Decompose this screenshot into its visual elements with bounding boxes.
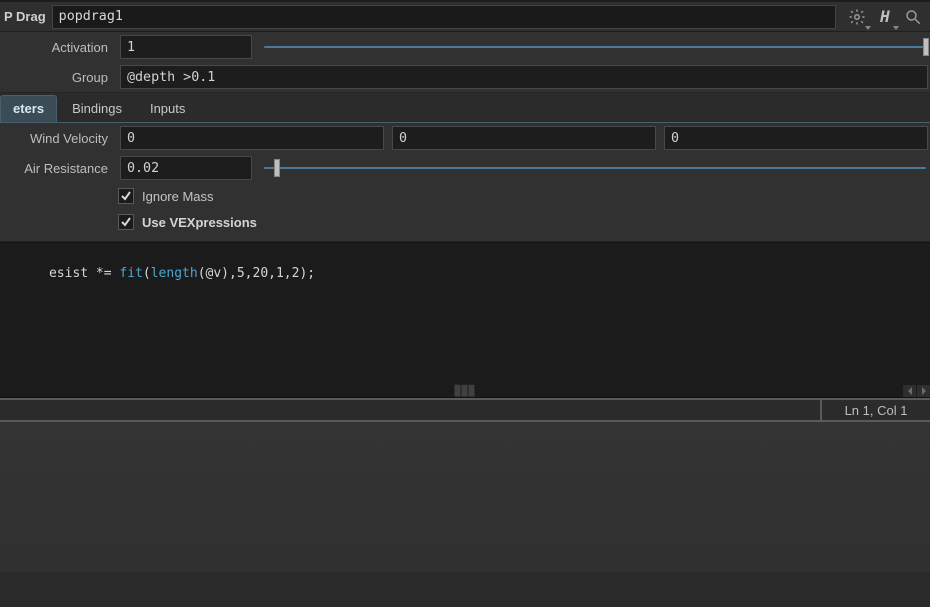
air-resistance-slider[interactable]: [264, 163, 926, 173]
activation-field[interactable]: [120, 35, 252, 59]
tab-label: eters: [13, 101, 44, 116]
status-expression-area[interactable]: [0, 400, 822, 420]
ignore-mass-label: Ignore Mass: [142, 189, 214, 204]
vex-text: (@v),5,20,1,2);: [198, 266, 315, 281]
activation-label: Activation: [0, 40, 112, 55]
use-vex-label: Use VEXpressions: [142, 215, 257, 230]
group-label: Group: [0, 70, 112, 85]
ignore-mass-checkbox[interactable]: [118, 188, 134, 204]
wind-velocity-label: Wind Velocity: [0, 131, 112, 146]
vex-func: fit: [119, 266, 142, 281]
empty-area: [0, 422, 930, 572]
tab-bindings[interactable]: Bindings: [59, 95, 135, 122]
scroll-right-icon[interactable]: [916, 385, 930, 397]
search-icon[interactable]: [902, 6, 924, 28]
vex-func: length: [151, 266, 198, 281]
group-field[interactable]: [120, 65, 928, 89]
use-vex-checkbox[interactable]: [118, 214, 134, 230]
operator-type-label: P Drag: [0, 9, 52, 24]
vex-text: (: [143, 266, 151, 281]
cursor-position: Ln 1, Col 1: [822, 400, 930, 420]
wind-z-field[interactable]: [664, 126, 928, 150]
tab-label: Bindings: [72, 101, 122, 116]
tab-label: Inputs: [150, 101, 185, 116]
air-resistance-field[interactable]: [120, 156, 252, 180]
wind-y-field[interactable]: [392, 126, 656, 150]
gear-icon[interactable]: [846, 6, 868, 28]
resize-grip-icon: ▒▒▒: [454, 387, 475, 397]
wind-x-field[interactable]: [120, 126, 384, 150]
tab-bar: eters Bindings Inputs: [0, 93, 930, 123]
vex-text: esist *=: [49, 266, 119, 281]
tab-parameters[interactable]: eters: [0, 95, 57, 122]
node-name-field[interactable]: [52, 5, 836, 29]
vex-editor[interactable]: esist *= fit(length(@v),5,20,1,2); ▒▒▒: [0, 242, 930, 398]
activation-slider[interactable]: [264, 42, 926, 52]
h-icon[interactable]: H: [874, 6, 896, 28]
tab-inputs[interactable]: Inputs: [137, 95, 198, 122]
scroll-left-icon[interactable]: [902, 385, 916, 397]
air-resistance-label: Air Resistance: [0, 161, 112, 176]
